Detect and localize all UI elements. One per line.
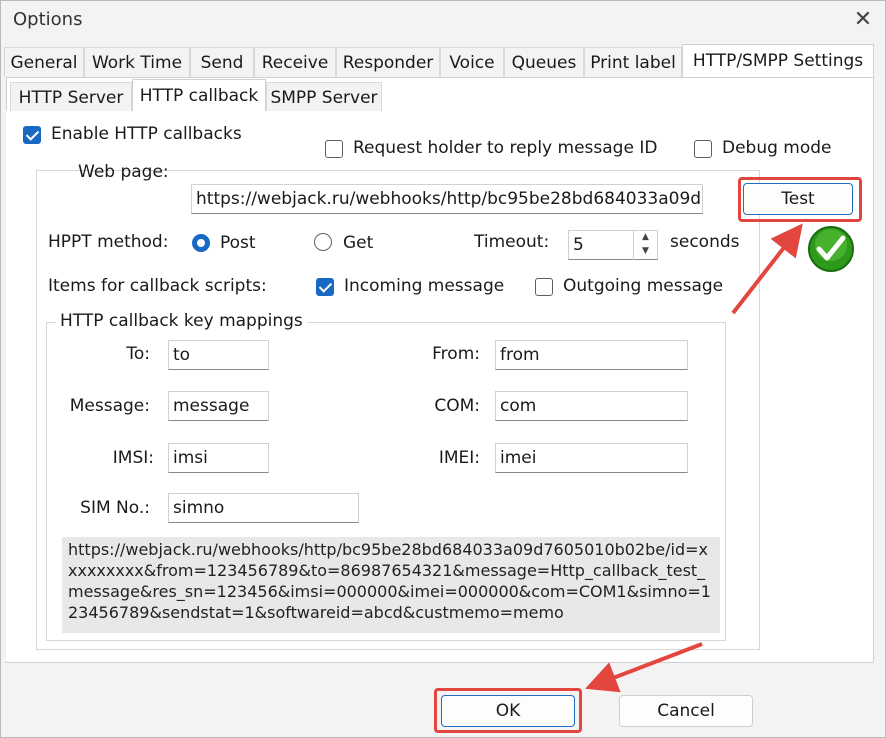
cancel-button[interactable]: Cancel <box>619 695 753 727</box>
simno-label: SIM No.: <box>80 498 150 518</box>
incoming-label: Incoming message <box>344 276 505 296</box>
outgoing-checkbox[interactable] <box>535 278 553 296</box>
request-holder-label: Request holder to reply message ID <box>353 138 658 158</box>
debug-mode-label: Debug mode <box>722 138 832 158</box>
debug-mode-checkbox[interactable] <box>694 140 712 158</box>
items-label: Items for callback scripts: <box>48 276 267 296</box>
to-label: To: <box>126 344 150 364</box>
outgoing-label: Outgoing message <box>563 276 724 296</box>
success-check-icon <box>808 226 854 272</box>
tab-send[interactable]: Send <box>190 47 254 77</box>
tab-general[interactable]: General <box>4 47 84 77</box>
tab-http-callback[interactable]: HTTP callback <box>132 79 266 113</box>
get-label: Get <box>343 233 374 253</box>
to-input[interactable]: to <box>168 340 269 370</box>
spin-down-icon[interactable]: ▼ <box>634 244 657 258</box>
timeout-unit: seconds <box>670 232 740 252</box>
timeout-value: 5 <box>573 235 584 255</box>
method-label: HPPT method: <box>48 232 169 252</box>
imsi-label: IMSI: <box>112 448 154 468</box>
com-input[interactable]: com <box>495 391 688 421</box>
web-page-label: Web page: <box>78 162 169 182</box>
tab-smpp-server[interactable]: SMPP Server <box>266 82 382 112</box>
close-icon[interactable]: ✕ <box>848 6 878 34</box>
from-input[interactable]: from <box>495 340 688 370</box>
enable-callbacks-label: Enable HTTP callbacks <box>51 124 242 144</box>
imei-label: IMEI: <box>438 448 480 468</box>
key-mappings-legend: HTTP callback key mappings <box>56 311 307 331</box>
window-title: Options <box>13 9 83 30</box>
enable-callbacks-checkbox[interactable] <box>23 126 41 144</box>
tab-responder[interactable]: Responder <box>336 47 440 77</box>
callback-url-preview: https://webjack.ru/webhooks/http/bc95be2… <box>62 537 720 633</box>
tab-http-smpp-settings[interactable]: HTTP/SMPP Settings <box>682 44 874 78</box>
incoming-checkbox[interactable] <box>316 278 334 296</box>
tab-voice[interactable]: Voice <box>440 47 504 77</box>
tab-http-server[interactable]: HTTP Server <box>10 82 132 112</box>
ok-button-highlight <box>434 688 582 733</box>
message-input[interactable]: message <box>168 391 269 421</box>
get-radio[interactable] <box>314 233 332 251</box>
com-label: COM: <box>434 396 480 416</box>
spin-up-icon[interactable]: ▲ <box>634 230 657 244</box>
from-label: From: <box>432 344 480 364</box>
simno-input[interactable]: simno <box>168 493 359 523</box>
tab-work-time[interactable]: Work Time <box>84 47 190 77</box>
test-button-highlight <box>738 177 862 222</box>
message-label: Message: <box>69 396 150 416</box>
tab-receive[interactable]: Receive <box>254 47 336 77</box>
tab-queues[interactable]: Queues <box>504 47 584 77</box>
web-page-input[interactable]: https://webjack.ru/webhooks/http/bc95be2… <box>191 184 703 214</box>
imei-input[interactable]: imei <box>495 443 688 473</box>
request-holder-checkbox[interactable] <box>325 140 343 158</box>
timeout-label: Timeout: <box>474 232 550 252</box>
post-radio[interactable] <box>192 234 210 252</box>
tab-print-label[interactable]: Print label <box>584 47 682 77</box>
post-label: Post <box>220 233 256 253</box>
imsi-input[interactable]: imsi <box>168 443 269 473</box>
timeout-spinner[interactable]: ▲ ▼ <box>633 230 657 260</box>
